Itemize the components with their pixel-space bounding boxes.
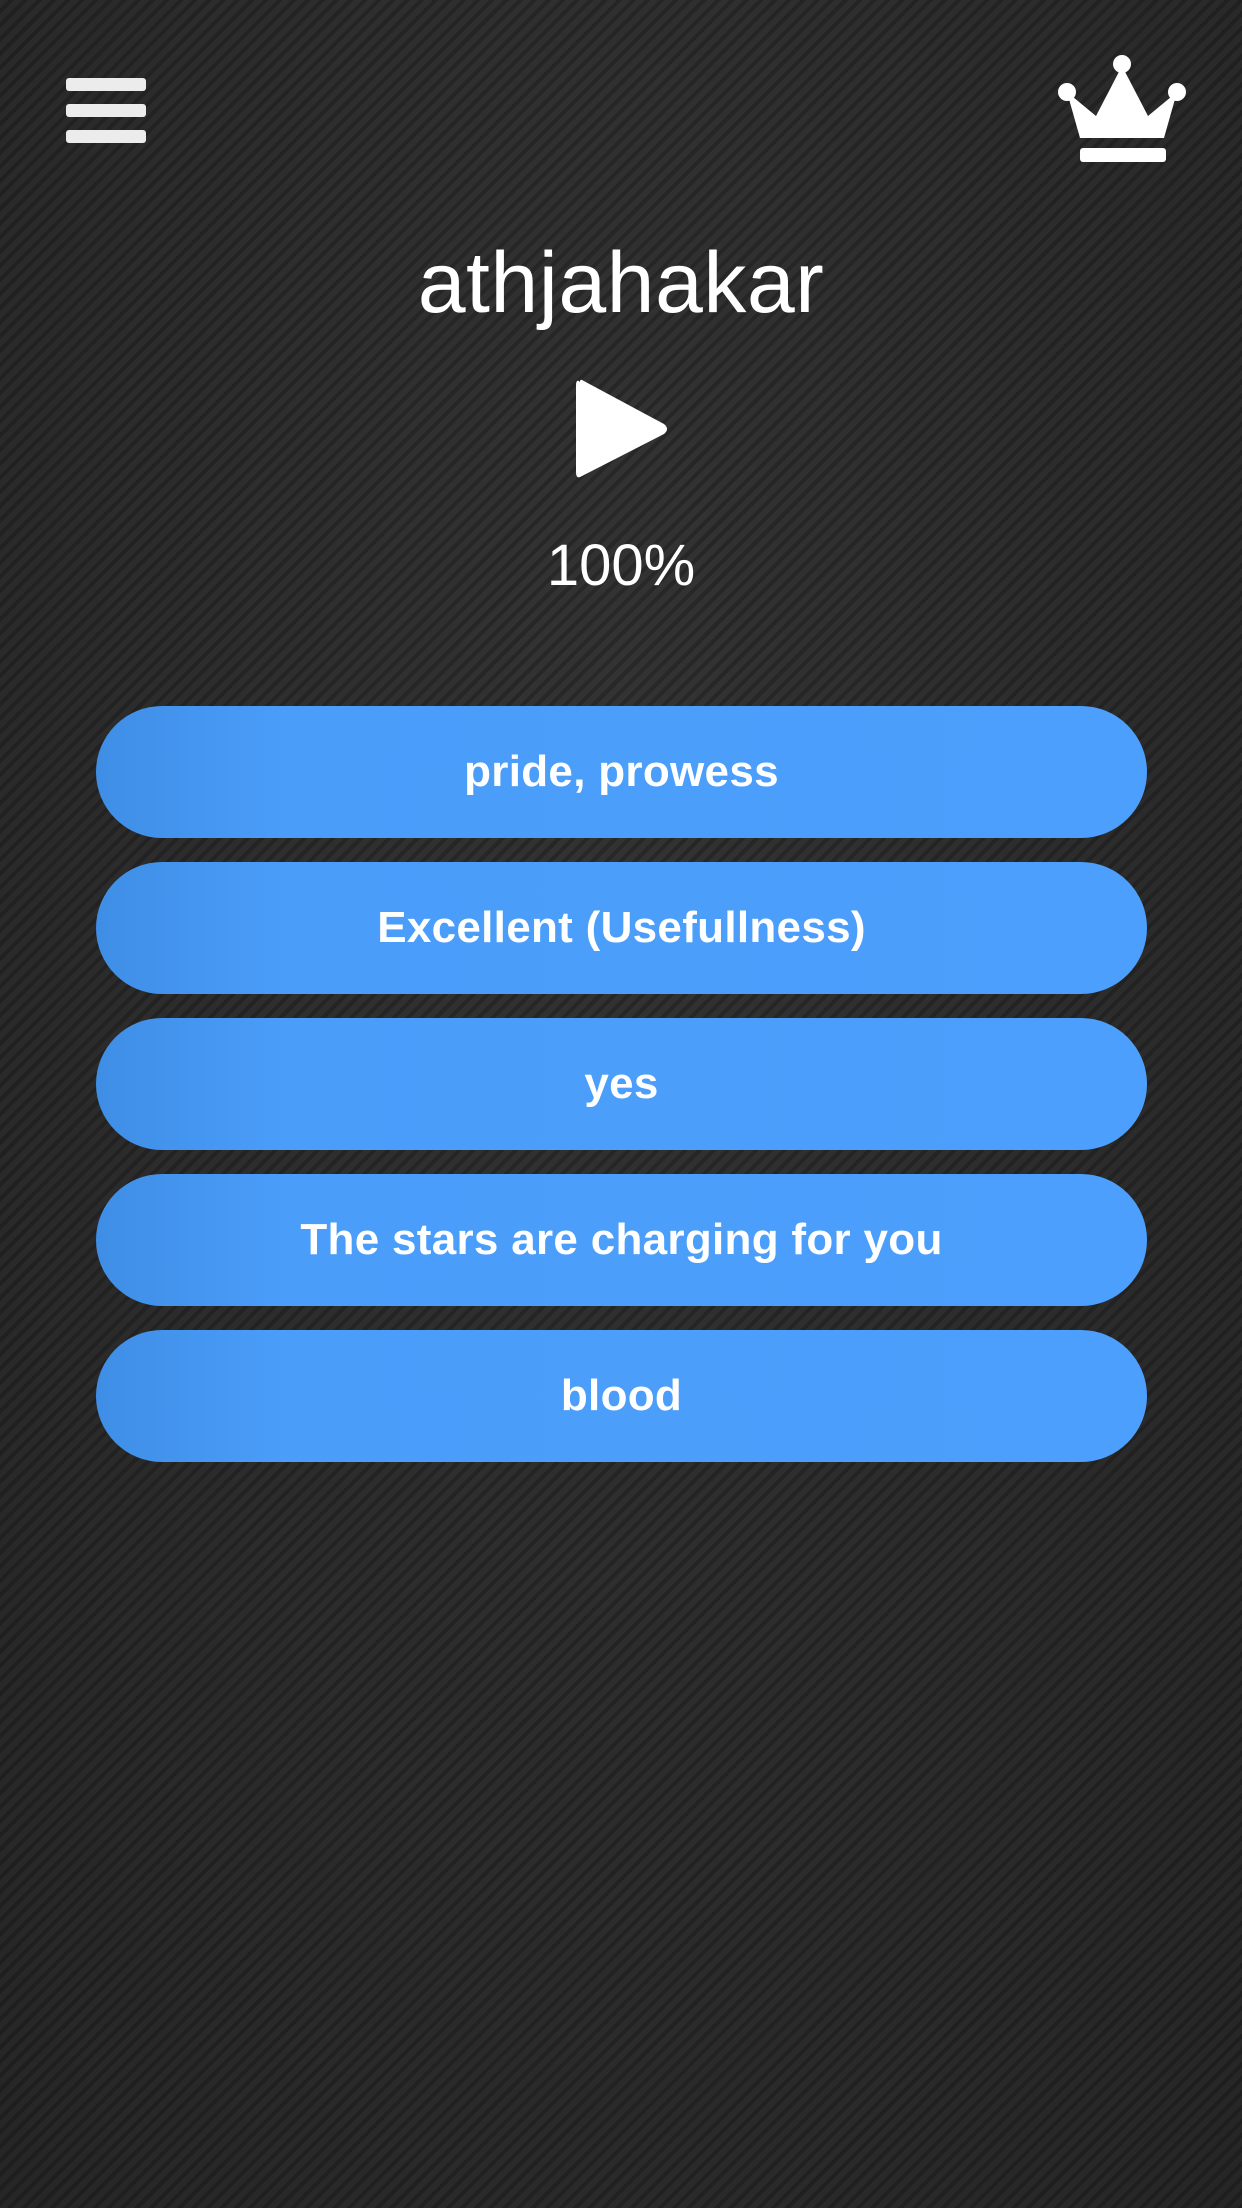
answer-option-button[interactable]: yes	[96, 1018, 1147, 1150]
answer-option-button[interactable]: Excellent (Usefullness)	[96, 862, 1147, 994]
menu-button[interactable]	[64, 74, 150, 154]
crown-icon	[1058, 55, 1186, 162]
play-audio-button[interactable]	[570, 374, 672, 484]
answer-option-button[interactable]: pride, prowess	[96, 706, 1147, 838]
answer-option-button[interactable]: blood	[96, 1330, 1147, 1462]
answer-option-button[interactable]: The stars are charging for you	[96, 1174, 1147, 1306]
progress-percent: 100%	[546, 533, 696, 598]
play-icon	[576, 379, 667, 478]
leaderboard-button[interactable]	[1058, 54, 1186, 166]
answer-options: pride, prowess Excellent (Usefullness) y…	[96, 706, 1147, 1486]
quiz-word: athjahakar	[417, 235, 825, 331]
